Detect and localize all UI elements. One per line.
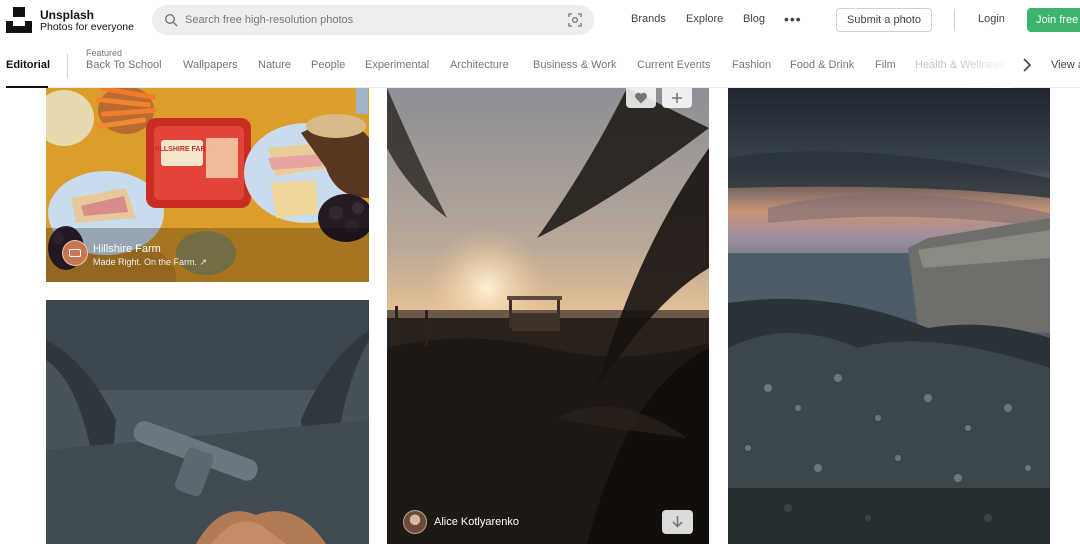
join-free-button[interactable]: Join free (1027, 8, 1080, 32)
tab-editorial[interactable]: Editorial (6, 59, 50, 71)
cliffs-photo-image (728, 88, 1050, 544)
tab-experimental[interactable]: Experimental (365, 59, 429, 71)
sponsor-avatar[interactable] (62, 240, 88, 266)
more-dots-icon[interactable]: ••• (784, 11, 802, 27)
like-button[interactable] (626, 88, 656, 108)
tab-architecture[interactable]: Architecture (450, 59, 509, 71)
boat-cleat-photo-image (46, 300, 369, 544)
add-to-collection-button[interactable] (662, 88, 692, 108)
nav-blog-link[interactable]: Blog (743, 13, 765, 25)
brand-tagline: Photos for everyone (40, 21, 134, 33)
nav-brands-link[interactable]: Brands (631, 13, 666, 25)
author-name[interactable]: Alice Kotlyarenko (434, 516, 519, 528)
brand-name[interactable]: Unsplash (40, 8, 94, 22)
featured-label: Featured (86, 48, 123, 58)
photo-beach-sunset[interactable]: Alice Kotlyarenko (387, 88, 709, 544)
tab-current-events[interactable]: Current Events (637, 59, 710, 71)
tab-nature[interactable]: Nature (258, 59, 291, 71)
tab-fashion[interactable]: Fashion (732, 59, 771, 71)
photo-edge-fragment (356, 88, 368, 114)
header-divider (954, 9, 955, 31)
download-button[interactable] (662, 510, 693, 534)
sunset-photo-image (387, 88, 709, 544)
search-bar[interactable] (152, 5, 594, 35)
active-tab-indicator (6, 86, 48, 88)
package-label: HILLSHIRE FARM (153, 146, 212, 153)
tab-wallpapers[interactable]: Wallpapers (183, 59, 238, 71)
author-avatar[interactable] (403, 510, 427, 534)
sponsor-tagline-link[interactable]: Made Right. On the Farm. ↗ (93, 257, 207, 268)
submit-photo-button[interactable]: Submit a photo (836, 8, 932, 32)
visual-search-icon[interactable] (568, 13, 582, 27)
top-header: Unsplash Photos for everyone Brands Expl… (0, 0, 1080, 40)
tab-food-drink[interactable]: Food & Drink (790, 59, 854, 71)
search-input[interactable] (185, 11, 555, 29)
photo-sponsored-food[interactable]: HILLSHIRE FARM Hillshire Farm Made Right… (46, 88, 369, 282)
login-link[interactable]: Login (978, 13, 1005, 25)
tab-people[interactable]: People (311, 59, 345, 71)
tab-back-to-school[interactable]: Back To School (86, 59, 162, 71)
tab-film[interactable]: Film (875, 59, 896, 71)
search-icon[interactable] (164, 13, 178, 27)
topic-navigation: Editorial Featured Back To School Wallpa… (0, 44, 1080, 88)
chevron-right-icon[interactable] (1021, 57, 1033, 73)
download-arrow-icon (672, 516, 683, 528)
photo-coastal-cliffs[interactable] (728, 88, 1050, 544)
sponsor-name[interactable]: Hillshire Farm (93, 243, 161, 255)
photo-boat-cleat[interactable] (46, 300, 369, 544)
topic-divider (67, 54, 68, 78)
plus-icon (672, 93, 682, 103)
heart-icon (635, 92, 647, 104)
unsplash-logo-icon[interactable] (6, 7, 32, 33)
nav-explore-link[interactable]: Explore (686, 13, 723, 25)
topic-fade-overlay (960, 44, 1010, 88)
view-all-link[interactable]: View all (1051, 59, 1080, 71)
tab-business-work[interactable]: Business & Work (533, 59, 617, 71)
